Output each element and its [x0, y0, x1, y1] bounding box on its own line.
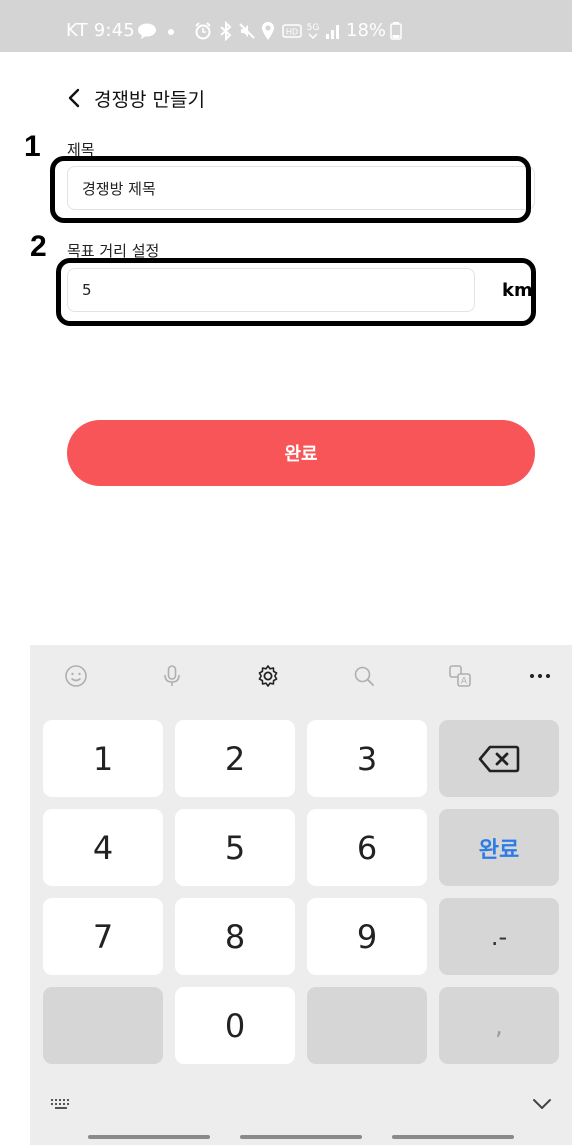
- emoji-icon[interactable]: [54, 654, 98, 698]
- comma-key[interactable]: ,: [439, 987, 559, 1064]
- nav-bar-home[interactable]: [240, 1135, 362, 1139]
- empty-key-left: [43, 987, 163, 1064]
- submit-button[interactable]: 완료: [67, 420, 535, 486]
- empty-key-right: [307, 987, 427, 1064]
- 5g-icon: 5G: [307, 23, 320, 40]
- mic-icon[interactable]: [150, 654, 194, 698]
- key-0[interactable]: 0: [175, 987, 295, 1064]
- key-3[interactable]: 3: [307, 720, 427, 797]
- annotation-box-2: [56, 258, 536, 326]
- dot-minus-key[interactable]: .-: [439, 898, 559, 975]
- search-icon[interactable]: [342, 654, 386, 698]
- back-icon[interactable]: [60, 84, 88, 112]
- alarm-icon: [195, 22, 211, 40]
- svg-text:HD: HD: [286, 28, 298, 37]
- keyboard-toolbar: A: [30, 645, 572, 707]
- mute-icon: [239, 23, 255, 39]
- keyboard-switch-icon[interactable]: [50, 1097, 72, 1111]
- key-8[interactable]: 8: [175, 898, 295, 975]
- submit-button-label: 완료: [284, 444, 318, 465]
- signal-icon: [326, 25, 339, 39]
- annotation-number-1: 1: [24, 130, 41, 163]
- settings-icon[interactable]: [246, 654, 290, 698]
- key-2[interactable]: 2: [175, 720, 295, 797]
- translate-icon[interactable]: A: [438, 654, 482, 698]
- battery-percent: 18%: [346, 20, 387, 41]
- key-5[interactable]: 5: [175, 809, 295, 886]
- nav-bar-left[interactable]: [88, 1135, 210, 1139]
- more-icon[interactable]: [518, 654, 562, 698]
- svg-text:5G: 5G: [307, 23, 320, 33]
- status-time: KT 9:45: [66, 20, 135, 41]
- numeric-keyboard: A 1 2 3 4 5 6 완료 7 8 9 .- 0 ,: [30, 645, 572, 1145]
- hd-icon: HD: [282, 24, 302, 38]
- nav-bar-back[interactable]: [392, 1135, 514, 1139]
- keyboard-done-key[interactable]: 완료: [439, 809, 559, 886]
- key-7[interactable]: 7: [43, 898, 163, 975]
- key-1[interactable]: 1: [43, 720, 163, 797]
- annotation-number-2: 2: [30, 230, 47, 263]
- location-icon: [262, 22, 274, 40]
- talk-icon: [138, 23, 156, 39]
- hide-keyboard-icon[interactable]: [532, 1097, 552, 1111]
- key-9[interactable]: 9: [307, 898, 427, 975]
- bluetooth-icon: [220, 21, 232, 41]
- key-4[interactable]: 4: [43, 809, 163, 886]
- svg-text:A: A: [461, 677, 468, 687]
- backspace-icon: [478, 745, 520, 772]
- header: 경쟁방 만들기: [60, 82, 205, 114]
- dot-icon: [168, 29, 174, 35]
- backspace-key[interactable]: [439, 720, 559, 797]
- battery-icon: [390, 22, 402, 40]
- key-6[interactable]: 6: [307, 809, 427, 886]
- status-bar: KT 9:45 HD 5G 18%: [0, 0, 572, 52]
- annotation-box-1: [50, 156, 531, 223]
- page-title: 경쟁방 만들기: [94, 88, 205, 111]
